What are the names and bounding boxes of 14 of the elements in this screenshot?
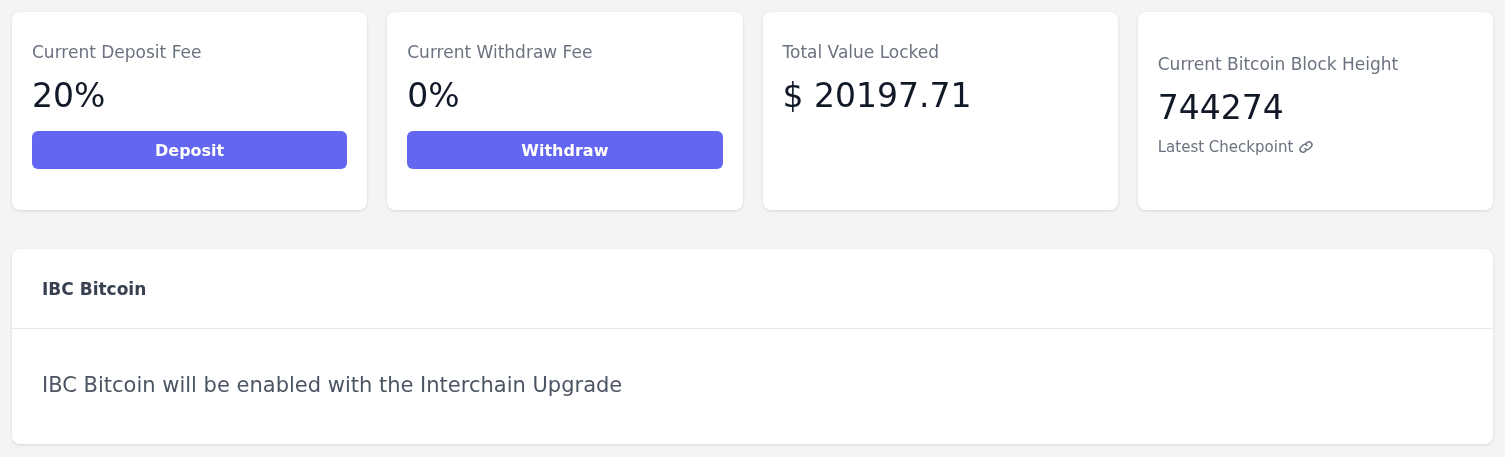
action-button[interactable]: Deposit <box>32 131 348 169</box>
action-button[interactable]: Withdraw <box>407 131 723 169</box>
stat-label: Current Deposit Fee <box>32 41 202 64</box>
stat-value: 20% <box>32 76 106 116</box>
stat-label: Current Withdraw Fee <box>407 41 593 64</box>
panel-title: IBC Bitcoin <box>42 278 147 299</box>
stat-value: $ 20197.71 <box>782 76 972 116</box>
panel-message: IBC Bitcoin will be enabled with the Interchain Upgrade <box>42 373 623 397</box>
link-icon <box>1298 139 1315 155</box>
stat-label: Current Bitcoin Block Height <box>1157 53 1399 76</box>
stat-value: 0% <box>407 76 460 116</box>
stat-value: 744274 <box>1157 88 1284 128</box>
checkpoint-link[interactable]: Latest Checkpoint <box>1157 138 1315 156</box>
stat-label: Total Value Locked <box>782 41 940 64</box>
